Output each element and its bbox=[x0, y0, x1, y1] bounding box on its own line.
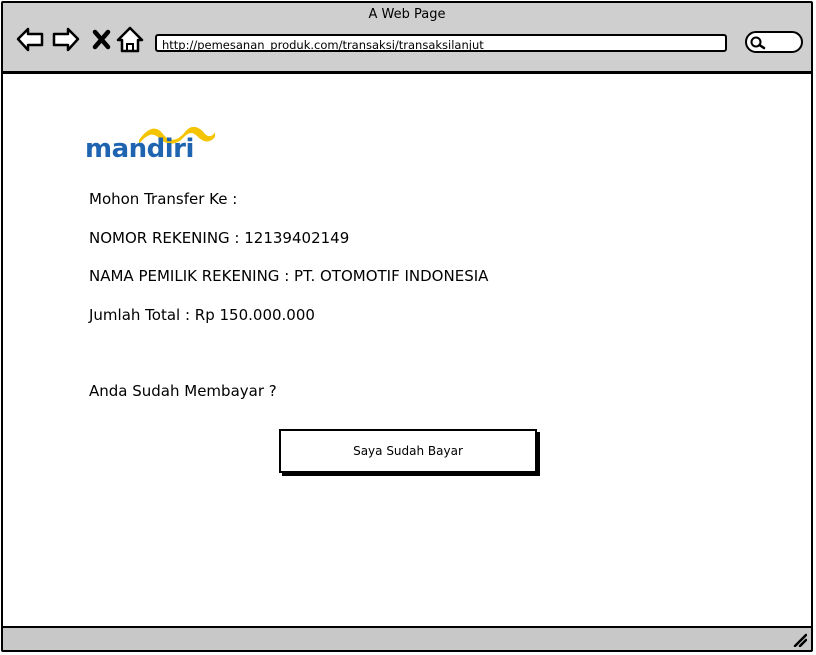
window-title: A Web Page bbox=[368, 7, 446, 22]
url-bar[interactable]: http://pemesanan_produk.com/transaksi/tr… bbox=[155, 34, 727, 52]
transfer-instruction: Mohon Transfer Ke : bbox=[89, 190, 238, 208]
confirm-paid-button[interactable]: Saya Sudah Bayar bbox=[279, 429, 537, 473]
search-box[interactable] bbox=[745, 31, 803, 53]
account-holder: NAMA PEMILIK REKENING : PT. OTOMOTIF IND… bbox=[89, 267, 489, 285]
mandiri-logo: mandiri bbox=[85, 124, 225, 168]
account-number: NOMOR REKENING : 12139402149 bbox=[89, 229, 350, 247]
search-icon bbox=[750, 36, 766, 50]
resize-grip-icon[interactable] bbox=[793, 633, 807, 647]
home-icon[interactable] bbox=[115, 25, 145, 55]
logo-text: mandiri bbox=[85, 134, 194, 164]
browser-titlebar: A Web Page http://pemesanan_produk.com/t… bbox=[3, 3, 811, 74]
forward-arrow-icon[interactable] bbox=[51, 25, 81, 55]
page-content: mandiri Mohon Transfer Ke : NOMOR REKENI… bbox=[3, 74, 811, 626]
status-bar bbox=[3, 626, 811, 650]
payment-question: Anda Sudah Membayar ? bbox=[89, 382, 277, 400]
total-amount: Jumlah Total : Rp 150.000.000 bbox=[89, 306, 315, 324]
back-arrow-icon[interactable] bbox=[15, 25, 45, 55]
browser-window: A Web Page http://pemesanan_produk.com/t… bbox=[1, 1, 813, 652]
